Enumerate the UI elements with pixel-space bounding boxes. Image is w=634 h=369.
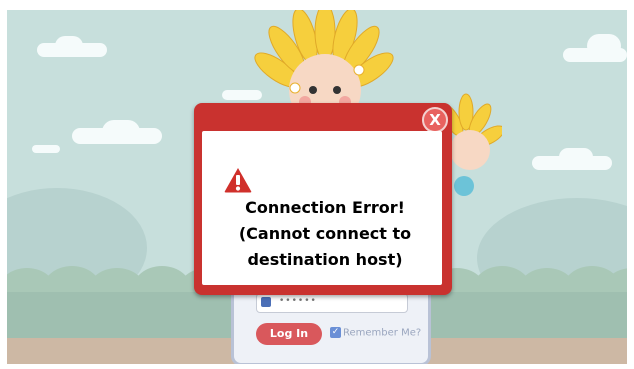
star-ornament xyxy=(353,64,365,76)
error-detail-line: destination host) xyxy=(247,250,403,269)
mascot-eye xyxy=(333,86,341,94)
cloud xyxy=(587,34,621,58)
error-message: Connection Error! (Cannot connect to des… xyxy=(208,195,442,273)
error-title: Connection Error! xyxy=(245,198,405,217)
password-field[interactable]: •••••• xyxy=(256,293,408,313)
lock-icon xyxy=(261,297,271,307)
remember-me-label: Remember Me? xyxy=(343,327,422,339)
error-dialog: X Connection Error! (Cannot connect to d… xyxy=(194,103,452,295)
cloud xyxy=(32,145,60,153)
error-detail-line: (Cannot connect to xyxy=(238,224,412,243)
password-value: •••••• xyxy=(279,296,317,306)
checkmark-icon: ✓ xyxy=(330,327,341,338)
cloud xyxy=(559,148,593,166)
star-ornament xyxy=(289,82,301,94)
close-button[interactable]: X xyxy=(422,107,448,133)
cloud xyxy=(102,120,140,144)
cloud xyxy=(55,36,83,56)
login-button[interactable]: Log In xyxy=(256,323,322,345)
mascot-eye xyxy=(309,86,317,94)
remember-me-checkbox[interactable]: ✓ Remember Me? xyxy=(330,327,421,339)
warning-triangle-icon xyxy=(224,168,252,193)
error-panel: Connection Error! (Cannot connect to des… xyxy=(202,131,442,285)
